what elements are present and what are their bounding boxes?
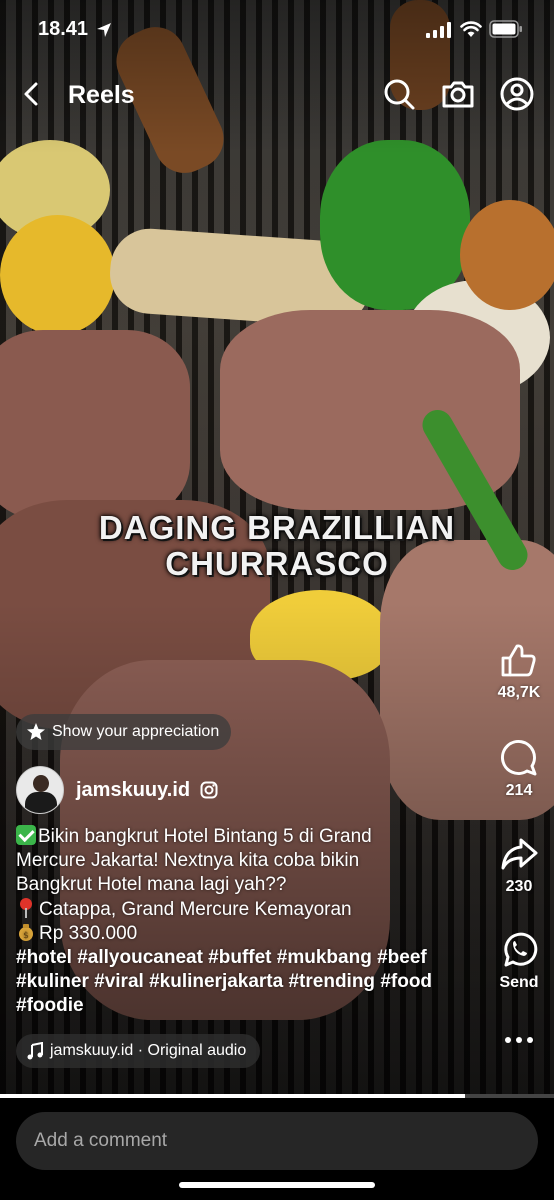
location-pin-icon <box>20 898 32 918</box>
status-bar: 18.41 <box>0 0 554 58</box>
show-appreciation-button[interactable]: Show your appreciation <box>16 714 232 750</box>
caption-hashtags[interactable]: #hotel #allyoucaneat #buffet #mukbang #b… <box>16 946 486 970</box>
send-label: Send <box>499 974 539 991</box>
caption-price: Rp 330.000 <box>39 923 138 944</box>
cellular-signal-icon <box>426 22 451 38</box>
search-icon[interactable] <box>381 76 417 112</box>
video-overlay-title: DAGING BRAZILLIAN CHURRASCO <box>0 510 554 582</box>
more-horizontal-icon[interactable] <box>503 1028 535 1052</box>
location-arrow-icon <box>97 23 111 37</box>
share-count: 230 <box>505 878 533 895</box>
caption-hashtags[interactable]: #foodie <box>16 994 486 1018</box>
original-audio-button[interactable]: jamskuuy.id · Original audio <box>16 1034 261 1068</box>
music-note-icon <box>27 1042 43 1060</box>
send-whatsapp-button[interactable]: Send <box>488 930 550 992</box>
avatar[interactable] <box>16 766 64 814</box>
comment-bar <box>0 1098 554 1200</box>
reels-header: Reels <box>0 72 554 118</box>
gift-star-icon <box>27 723 45 740</box>
comment-button[interactable]: 214 <box>488 738 550 800</box>
chevron-left-icon[interactable] <box>16 78 48 110</box>
author-row: jamskuuy.id <box>16 765 218 815</box>
add-comment-input[interactable] <box>16 1112 538 1170</box>
battery-icon <box>489 20 522 38</box>
status-time: 18.41 <box>38 18 89 40</box>
svg-text:$: $ <box>23 931 29 941</box>
profile-icon[interactable] <box>499 76 535 112</box>
share-button[interactable]: 230 <box>488 834 550 896</box>
caption-text: Bangkrut Hotel mana lagi yah?? <box>16 874 287 895</box>
camera-icon[interactable] <box>440 76 476 112</box>
home-indicator <box>179 1182 375 1188</box>
overlay-title-line: CHURRASCO <box>165 545 389 582</box>
comment-bubble-icon <box>501 740 537 776</box>
overlay-title-line: DAGING BRAZILLIAN <box>98 509 456 546</box>
caption-text: Mercure Jakarta! Nextnya kita coba bikin <box>16 850 360 871</box>
page-title: Reels <box>68 81 135 109</box>
wifi-icon <box>460 21 482 37</box>
whatsapp-icon <box>504 932 538 967</box>
comment-count: 214 <box>505 782 533 799</box>
thumbs-up-icon <box>501 644 536 677</box>
author-username[interactable]: jamskuuy.id <box>76 779 190 802</box>
audio-label: jamskuuy.id · Original audio <box>50 1042 247 1059</box>
appreciation-label: Show your appreciation <box>52 723 220 740</box>
instagram-icon <box>200 781 218 799</box>
like-button[interactable]: 48,7K <box>488 640 550 702</box>
money-bag-icon: $ <box>19 924 33 941</box>
check-mark-icon <box>16 825 36 845</box>
caption-text: Bikin bangkrut Hotel Bintang 5 di Grand <box>38 826 372 847</box>
caption-location: Catappa, Grand Mercure Kemayoran <box>39 899 352 920</box>
share-arrow-icon <box>501 838 538 870</box>
like-count: 48,7K <box>497 684 541 701</box>
reel-caption[interactable]: Bikin bangkrut Hotel Bintang 5 di Grand … <box>16 825 486 1018</box>
caption-hashtags[interactable]: #kuliner #viral #kulinerjakarta #trendin… <box>16 970 486 994</box>
